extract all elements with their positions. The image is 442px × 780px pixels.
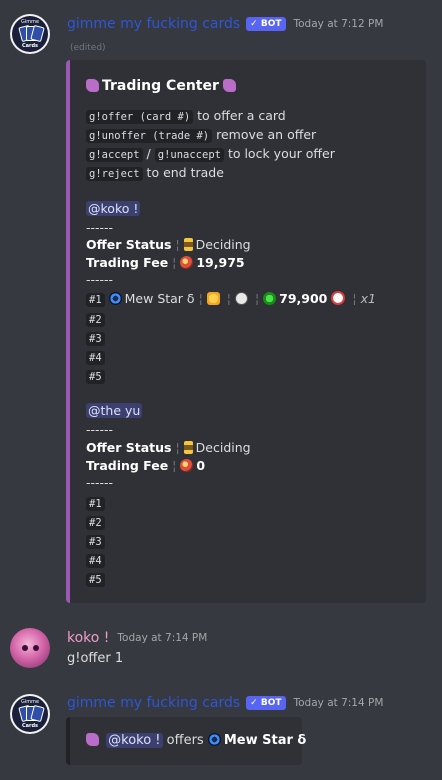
offer-line: @koko ! offers Mew Star δ [86, 733, 306, 748]
bot-badge: ✓ BOT [246, 17, 286, 31]
player2-fee: Trading Fee ¦ 0 [86, 458, 206, 473]
player1-mention-line: @koko ! [86, 201, 141, 216]
embed-title: Trading Center [86, 78, 239, 94]
bot-avatar[interactable]: Gimme Cards [10, 694, 50, 734]
divider: ------ [86, 220, 114, 235]
ship-icon [234, 292, 248, 305]
player1-slot-2: #2 [86, 311, 105, 327]
message-header: gimme my fucking cards ✓ BOT Today at 7:… [67, 694, 383, 712]
player2-slot-5: #5 [86, 571, 105, 587]
player2-slot-3: #3 [86, 533, 105, 549]
hourglass-icon [183, 441, 193, 454]
message-header: gimme my fucking cards ✓ BOT Today at 7:… [67, 15, 383, 33]
player1-slot-3: #3 [86, 330, 105, 346]
koko-username[interactable]: koko ! [67, 630, 109, 646]
mew-star-icon [108, 292, 122, 305]
player2-slot-2: #2 [86, 514, 105, 530]
player2-status: Offer Status ¦ Deciding [86, 440, 251, 455]
pokeball-icon [180, 256, 194, 269]
hourglass-icon [183, 238, 193, 251]
player2-slot-1: #1 [86, 495, 105, 511]
edited-label: (edited) [70, 43, 106, 53]
purple-sparkle-icon [86, 79, 99, 92]
command-line: g!offer (card #) to offer a card [86, 108, 286, 124]
koko-mention[interactable]: @koko ! [106, 733, 163, 748]
player1-mention[interactable]: @koko ! [86, 201, 141, 216]
command-line: g!unoffer (trade #) remove an offer [86, 127, 316, 143]
sun-icon [206, 292, 220, 305]
avatar-eye [33, 645, 39, 651]
player1-slot-4: #4 [86, 349, 105, 365]
prohibited-icon [331, 291, 346, 305]
avatar-top-caption: Gimme [20, 19, 40, 25]
player1-slot-1: #1 Mew Star δ ¦ ¦ ¦ 79,900 ¦ x1 [86, 291, 376, 307]
timestamp: Today at 7:12 PM [293, 18, 384, 30]
avatar-bottom-caption: Cards [21, 43, 39, 49]
green-gem-icon [263, 292, 277, 305]
player1-status: Offer Status ¦ Deciding [86, 237, 251, 252]
message-text: g!offer 1 [67, 651, 124, 666]
purple-sparkle-icon [86, 733, 99, 746]
mew-star-icon [207, 733, 221, 746]
player2-mention[interactable]: @the yu [86, 403, 143, 418]
player1-fee: Trading Fee ¦ 19,975 [86, 255, 245, 270]
avatar-bottom-caption: Cards [21, 723, 39, 729]
player2-mention-line: @the yu [86, 403, 143, 418]
divider: ------ [86, 272, 114, 287]
timestamp: Today at 7:14 PM [117, 632, 208, 644]
bot-avatar[interactable]: Gimme Cards [10, 14, 50, 54]
command-line: g!accept / g!unaccept to lock your offer [86, 146, 335, 162]
player1-slot-5: #5 [86, 368, 105, 384]
bot-username[interactable]: gimme my fucking cards [67, 695, 240, 711]
timestamp: Today at 7:14 PM [293, 697, 384, 709]
divider: ------ [86, 422, 114, 437]
purple-sparkle-icon [223, 79, 237, 92]
koko-avatar[interactable] [10, 628, 50, 668]
avatar-top-caption: Gimme [20, 699, 40, 705]
trading-embed: Trading Center g!offer (card #) to offer… [66, 60, 426, 603]
pokeball-icon [180, 459, 194, 472]
command-line: g!reject to end trade [86, 165, 224, 181]
message-header: koko ! Today at 7:14 PM [67, 629, 207, 647]
offer-embed: @koko ! offers Mew Star δ [66, 717, 306, 765]
avatar-eye [22, 645, 28, 651]
bot-username[interactable]: gimme my fucking cards [67, 16, 240, 32]
divider: ------ [86, 475, 114, 490]
player2-slot-4: #4 [86, 552, 105, 568]
bot-badge: ✓ BOT [246, 696, 286, 710]
